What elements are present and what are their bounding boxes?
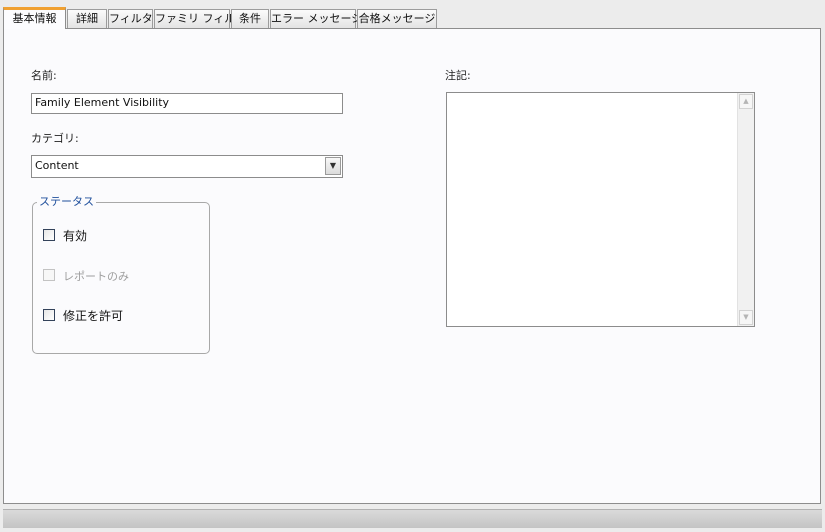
- category-label: カテゴリ:: [31, 132, 79, 145]
- category-select[interactable]: Content ▼: [31, 155, 343, 178]
- tab-family-filter[interactable]: ファミリ フィルタ: [154, 9, 246, 28]
- tab-pass-message[interactable]: 合格メッセージ: [357, 9, 437, 28]
- category-selected-value: Content: [35, 159, 79, 172]
- name-label: 名前:: [31, 69, 57, 82]
- report-only-label: レポートのみ: [63, 270, 129, 283]
- tab-conditions[interactable]: 条件: [231, 9, 269, 28]
- chevron-down-icon[interactable]: ▼: [325, 157, 341, 175]
- allow-fix-label: 修正を許可: [63, 309, 124, 323]
- notes-scrollbar[interactable]: ▲ ▼: [737, 93, 754, 326]
- enabled-label: 有効: [63, 229, 88, 243]
- tab-basic-info[interactable]: 基本情報: [3, 7, 66, 29]
- report-only-checkbox[interactable]: [43, 269, 55, 281]
- status-bar: [3, 509, 822, 528]
- status-group-title: ステータス: [37, 195, 96, 209]
- tab-filter[interactable]: フィルタ: [108, 9, 153, 28]
- scroll-up-icon[interactable]: ▲: [739, 94, 753, 109]
- tab-error-message[interactable]: エラー メッセージ: [270, 9, 362, 28]
- allow-fix-checkbox[interactable]: [43, 309, 55, 321]
- notes-label: 注記:: [445, 69, 471, 82]
- basic-info-panel: 名前: Family Element Visibility カテゴリ: Cont…: [3, 28, 821, 504]
- name-input[interactable]: Family Element Visibility: [31, 93, 343, 114]
- tab-bar: 基本情報 詳細 フィルタ ファミリ フィルタ 条件 エラー メッセージ 合格メッ…: [3, 7, 825, 29]
- enabled-checkbox[interactable]: [43, 229, 55, 241]
- scroll-down-icon[interactable]: ▼: [739, 310, 753, 325]
- tab-details[interactable]: 詳細: [67, 9, 107, 28]
- notes-textarea[interactable]: ▲ ▼: [446, 92, 755, 327]
- status-groupbox: ステータス 有効 レポートのみ 修正を許可: [32, 195, 210, 354]
